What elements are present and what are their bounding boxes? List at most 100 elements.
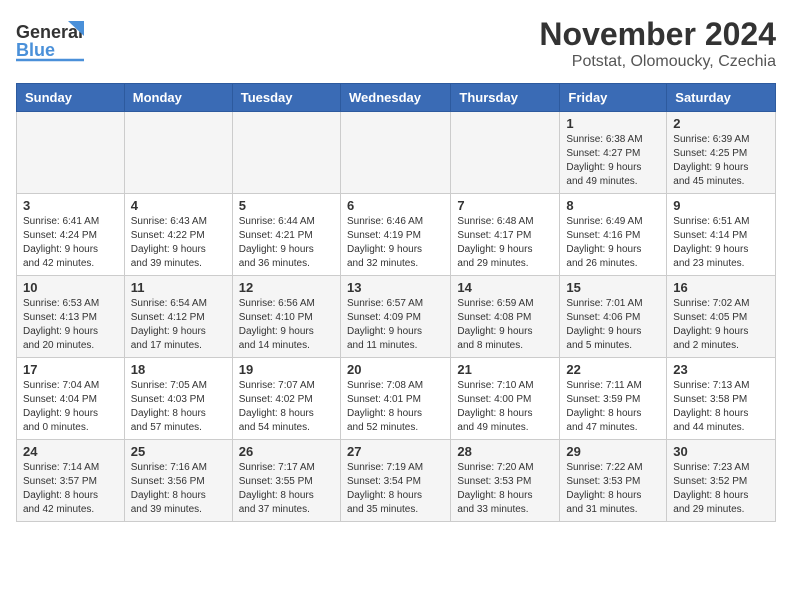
table-row: 6 Sunrise: 6:46 AM Sunset: 4:19 PM Daylig… [340,194,450,276]
table-row: 15 Sunrise: 7:01 AM Sunset: 4:06 PM Dayli… [560,276,667,358]
table-row: 8 Sunrise: 6:49 AM Sunset: 4:16 PM Daylig… [560,194,667,276]
table-row: 3Sunrise: 6:41 AM Sunset: 4:24 PM Daylig… [17,194,125,276]
calendar-header-row: Sunday Monday Tuesday Wednesday Thursday… [17,84,776,112]
day-number: 28 [457,444,553,459]
table-row: 1Sunrise: 6:38 AM Sunset: 4:27 PM Daylig… [560,112,667,194]
table-row: 11 Sunrise: 6:54 AM Sunset: 4:12 PM Dayli… [124,276,232,358]
col-saturday: Saturday [667,84,776,112]
title-block: November 2024 Potstat, Olomoucky, Czechi… [539,16,776,71]
col-thursday: Thursday [451,84,560,112]
day-number: 15 [566,280,660,295]
day-info: Sunrise: 6:59 AM Sunset: 4:08 PM Dayligh… [457,297,553,353]
day-info: Sunrise: 7:23 AM Sunset: 3:52 PM Dayligh… [673,461,769,517]
day-info: Sunrise: 6:53 AM Sunset: 4:13 PM Dayligh… [23,297,118,353]
table-row: 13Sunrise: 6:57 AM Sunset: 4:09 PM Dayli… [340,276,450,358]
day-number: 3 [23,198,118,213]
day-number: 17 [23,362,118,377]
day-info: Sunrise: 6:48 AM Sunset: 4:17 PM Dayligh… [457,215,553,271]
day-number: 22 [566,362,660,377]
calendar-subtitle: Potstat, Olomoucky, Czechia [539,53,776,71]
day-info: Sunrise: 7:02 AM Sunset: 4:05 PM Dayligh… [673,297,769,353]
day-info: Sunrise: 7:19 AM Sunset: 3:54 PM Dayligh… [347,461,444,517]
day-info: Sunrise: 6:51 AM Sunset: 4:14 PM Dayligh… [673,215,769,271]
day-info: Sunrise: 6:39 AM Sunset: 4:25 PM Dayligh… [673,133,769,189]
day-number: 23 [673,362,769,377]
day-number: 2 [673,116,769,131]
day-number: 5 [239,198,334,213]
day-info: Sunrise: 7:14 AM Sunset: 3:57 PM Dayligh… [23,461,118,517]
col-sunday: Sunday [17,84,125,112]
day-info: Sunrise: 7:10 AM Sunset: 4:00 PM Dayligh… [457,379,553,435]
table-row [340,112,450,194]
day-info: Sunrise: 6:43 AM Sunset: 4:22 PM Dayligh… [131,215,226,271]
table-row: 2 Sunrise: 6:39 AM Sunset: 4:25 PM Daylig… [667,112,776,194]
table-row: 23Sunrise: 7:13 AM Sunset: 3:58 PM Dayli… [667,358,776,440]
day-info: Sunrise: 7:20 AM Sunset: 3:53 PM Dayligh… [457,461,553,517]
day-number: 27 [347,444,444,459]
day-info: Sunrise: 6:49 AM Sunset: 4:16 PM Dayligh… [566,215,660,271]
day-number: 24 [23,444,118,459]
calendar-week-row: 3Sunrise: 6:41 AM Sunset: 4:24 PM Daylig… [17,194,776,276]
table-row: 17 Sunrise: 7:04 AM Sunset: 4:04 PM Dayli… [17,358,125,440]
day-info: Sunrise: 7:08 AM Sunset: 4:01 PM Dayligh… [347,379,444,435]
col-wednesday: Wednesday [340,84,450,112]
day-number: 6 [347,198,444,213]
day-number: 21 [457,362,553,377]
col-monday: Monday [124,84,232,112]
table-row: 24 Sunrise: 7:14 AM Sunset: 3:57 PM Dayli… [17,440,125,522]
header: General Blue November 2024 Potstat, Olom… [16,16,776,71]
table-row [124,112,232,194]
table-row: 20 Sunrise: 7:08 AM Sunset: 4:01 PM Dayli… [340,358,450,440]
table-row [451,112,560,194]
day-info: Sunrise: 7:16 AM Sunset: 3:56 PM Dayligh… [131,461,226,517]
calendar-week-row: 24 Sunrise: 7:14 AM Sunset: 3:57 PM Dayli… [17,440,776,522]
day-number: 30 [673,444,769,459]
day-info: Sunrise: 7:17 AM Sunset: 3:55 PM Dayligh… [239,461,334,517]
day-info: Sunrise: 6:46 AM Sunset: 4:19 PM Dayligh… [347,215,444,271]
day-number: 20 [347,362,444,377]
day-number: 10 [23,280,118,295]
col-tuesday: Tuesday [232,84,340,112]
day-number: 19 [239,362,334,377]
logo-icon: General Blue [16,16,86,66]
table-row [232,112,340,194]
table-row: 30 Sunrise: 7:23 AM Sunset: 3:52 PM Dayli… [667,440,776,522]
table-row: 16Sunrise: 7:02 AM Sunset: 4:05 PM Dayli… [667,276,776,358]
table-row: 21 Sunrise: 7:10 AM Sunset: 4:00 PM Dayli… [451,358,560,440]
col-friday: Friday [560,84,667,112]
table-row: 14Sunrise: 6:59 AM Sunset: 4:08 PM Dayli… [451,276,560,358]
calendar-table: Sunday Monday Tuesday Wednesday Thursday… [16,83,776,522]
day-number: 7 [457,198,553,213]
logo: General Blue [16,16,86,66]
day-number: 12 [239,280,334,295]
day-number: 8 [566,198,660,213]
table-row: 29Sunrise: 7:22 AM Sunset: 3:53 PM Dayli… [560,440,667,522]
day-number: 13 [347,280,444,295]
calendar-title: November 2024 [539,16,776,53]
day-info: Sunrise: 6:54 AM Sunset: 4:12 PM Dayligh… [131,297,226,353]
page: General Blue November 2024 Potstat, Olom… [0,0,792,530]
table-row: 18Sunrise: 7:05 AM Sunset: 4:03 PM Dayli… [124,358,232,440]
day-info: Sunrise: 7:04 AM Sunset: 4:04 PM Dayligh… [23,379,118,435]
table-row: 9 Sunrise: 6:51 AM Sunset: 4:14 PM Daylig… [667,194,776,276]
day-number: 26 [239,444,334,459]
table-row: 4 Sunrise: 6:43 AM Sunset: 4:22 PM Daylig… [124,194,232,276]
table-row: 22Sunrise: 7:11 AM Sunset: 3:59 PM Dayli… [560,358,667,440]
table-row: 28 Sunrise: 7:20 AM Sunset: 3:53 PM Dayli… [451,440,560,522]
svg-text:Blue: Blue [16,40,55,60]
table-row: 12 Sunrise: 6:56 AM Sunset: 4:10 PM Dayli… [232,276,340,358]
day-info: Sunrise: 6:56 AM Sunset: 4:10 PM Dayligh… [239,297,334,353]
table-row: 27 Sunrise: 7:19 AM Sunset: 3:54 PM Dayli… [340,440,450,522]
day-number: 9 [673,198,769,213]
day-number: 29 [566,444,660,459]
day-info: Sunrise: 6:38 AM Sunset: 4:27 PM Dayligh… [566,133,660,189]
day-info: Sunrise: 7:07 AM Sunset: 4:02 PM Dayligh… [239,379,334,435]
calendar-week-row: 10 Sunrise: 6:53 AM Sunset: 4:13 PM Dayli… [17,276,776,358]
day-info: Sunrise: 7:01 AM Sunset: 4:06 PM Dayligh… [566,297,660,353]
day-number: 25 [131,444,226,459]
table-row: 7 Sunrise: 6:48 AM Sunset: 4:17 PM Daylig… [451,194,560,276]
calendar-week-row: 1Sunrise: 6:38 AM Sunset: 4:27 PM Daylig… [17,112,776,194]
day-number: 4 [131,198,226,213]
day-number: 11 [131,280,226,295]
day-info: Sunrise: 7:05 AM Sunset: 4:03 PM Dayligh… [131,379,226,435]
